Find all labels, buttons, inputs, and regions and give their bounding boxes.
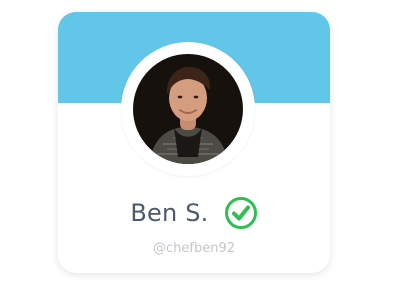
profile-handle: @chefben92 [153,241,235,256]
avatar [133,54,243,164]
profile-name: Ben S. [130,199,209,227]
verified-check-icon [224,196,258,230]
name-row: Ben S. [58,192,330,234]
avatar-ring [121,42,255,176]
profile-card: Ben S. @chefben92 [58,12,330,273]
